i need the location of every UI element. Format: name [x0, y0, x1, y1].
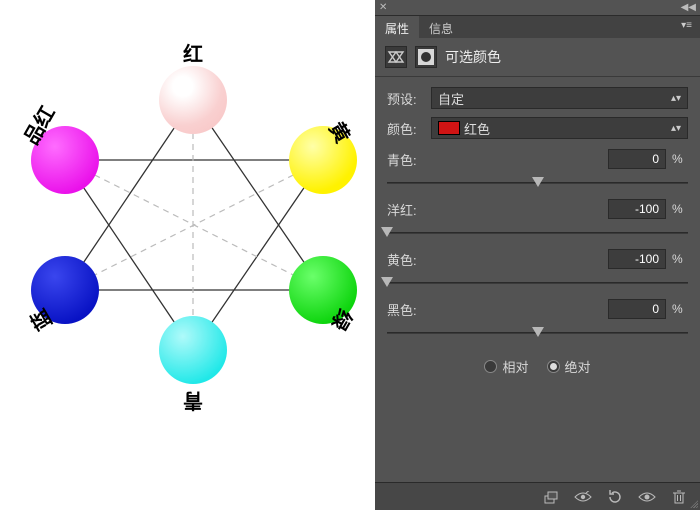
reset-icon[interactable] [606, 488, 624, 506]
wheel-label-red: 红 [183, 38, 203, 67]
preset-row: 预设: 自定 ▴▾ [375, 83, 700, 113]
slider-thumb[interactable] [381, 277, 393, 287]
slider-yellow: 黄色: % [375, 243, 700, 293]
slider-black: 黑色: % [375, 293, 700, 343]
slider-black-track[interactable] [387, 325, 688, 341]
wheel-node-red [159, 66, 227, 134]
radio-dot [484, 360, 497, 373]
preset-select[interactable]: 自定 ▴▾ [431, 87, 688, 109]
trash-icon[interactable] [670, 488, 688, 506]
mask-icon[interactable] [415, 46, 437, 68]
radio-relative[interactable]: 相对 [484, 357, 528, 376]
wheel-label-cyan: 青 [183, 388, 203, 417]
colors-value: 红色 [464, 119, 490, 138]
slider-magenta: 洋红: % [375, 193, 700, 243]
slider-cyan: 青色: % [375, 143, 700, 193]
slider-label: 青色: [387, 150, 602, 169]
tab-info[interactable]: 信息 [419, 16, 463, 38]
collapse-icon[interactable]: ◀◀ [681, 2, 696, 13]
properties-panel: ✕ ◀◀ 属性 信息 ▾≡ 可选颜色 预设: 自定 ▴▾ 颜色: 红色 ▴▾ [375, 0, 700, 510]
slider-cyan-value[interactable] [608, 149, 666, 169]
slider-black-value[interactable] [608, 299, 666, 319]
color-wheel-canvas: 红 黄 绿 青 蓝 品红 [0, 0, 375, 510]
method-radios: 相对 绝对 [375, 343, 700, 386]
slider-magenta-value[interactable] [608, 199, 666, 219]
radio-label: 绝对 [565, 357, 591, 376]
radio-absolute[interactable]: 绝对 [547, 357, 591, 376]
chevron-updown-icon: ▴▾ [671, 123, 681, 134]
view-previous-icon[interactable] [574, 488, 592, 506]
adjustment-header: 可选颜色 [375, 38, 700, 76]
colors-select[interactable]: 红色 ▴▾ [431, 117, 688, 139]
slider-thumb[interactable] [381, 227, 393, 237]
radio-label: 相对 [502, 357, 528, 376]
panel-footer [375, 482, 700, 510]
colors-label: 颜色: [387, 119, 425, 138]
wheel-node-cyan [159, 316, 227, 384]
preset-label: 预设: [387, 89, 425, 108]
clip-to-layer-icon[interactable] [542, 488, 560, 506]
panel-tabs: 属性 信息 ▾≡ [375, 16, 700, 38]
slider-magenta-track[interactable] [387, 225, 688, 241]
slider-yellow-track[interactable] [387, 275, 688, 291]
panel-title: 可选颜色 [445, 47, 501, 67]
radio-dot [547, 360, 560, 373]
slider-thumb[interactable] [532, 177, 544, 187]
panel-titlebar: ✕ ◀◀ [375, 0, 700, 16]
tab-properties[interactable]: 属性 [375, 16, 419, 38]
pct: % [672, 202, 688, 216]
pct: % [672, 152, 688, 166]
preset-value: 自定 [438, 89, 464, 108]
selective-color-icon [385, 46, 407, 68]
slider-thumb[interactable] [532, 327, 544, 337]
resize-grip[interactable] [688, 498, 698, 508]
pct: % [672, 302, 688, 316]
slider-yellow-value[interactable] [608, 249, 666, 269]
slider-label: 洋红: [387, 200, 602, 219]
panel-menu-icon[interactable]: ▾≡ [673, 16, 700, 38]
visibility-icon[interactable] [638, 488, 656, 506]
slider-label: 黄色: [387, 250, 602, 269]
chevron-updown-icon: ▴▾ [671, 93, 681, 104]
pct: % [672, 252, 688, 266]
colors-row: 颜色: 红色 ▴▾ [375, 113, 700, 143]
slider-label: 黑色: [387, 300, 602, 319]
close-icon[interactable]: ✕ [379, 2, 387, 13]
color-swatch [438, 121, 460, 135]
slider-cyan-track[interactable] [387, 175, 688, 191]
